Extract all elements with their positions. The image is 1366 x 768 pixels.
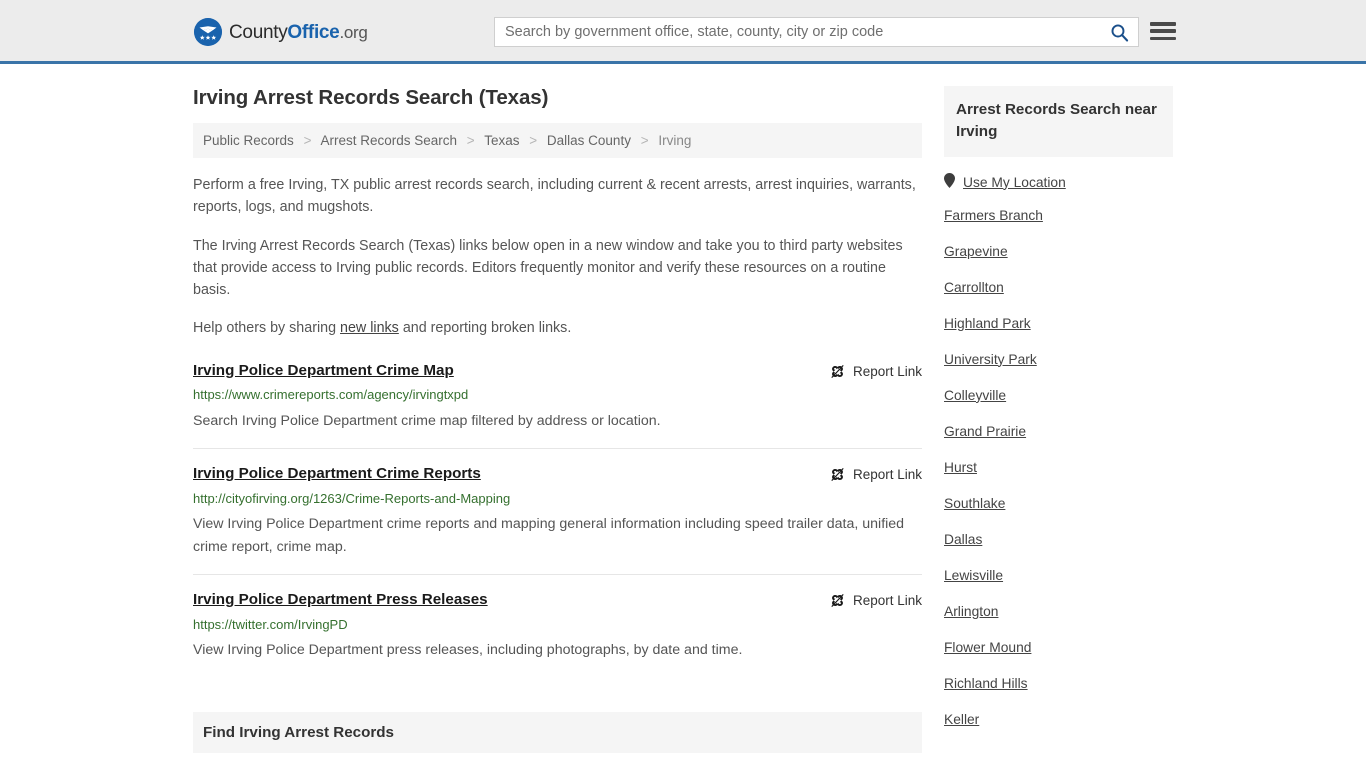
result-header: Irving Police Department Crime Map Repor	[193, 362, 922, 380]
result-title-link[interactable]: Irving Police Department Press Releases	[193, 591, 488, 609]
sidebar-item-use-my-location[interactable]: Use My Location	[944, 157, 1173, 197]
city-link[interactable]: Richland Hills	[944, 676, 1028, 691]
intro-paragraph-3: Help others by sharing new links and rep…	[193, 317, 922, 339]
map-pin-icon	[944, 173, 955, 191]
sidebar-item-city[interactable]: Richland Hills	[944, 665, 1173, 701]
report-link-label: Report Link	[852, 593, 922, 609]
hamburger-bar-2	[1150, 29, 1176, 33]
breadcrumb-item-dallas-county[interactable]: Dallas County	[547, 133, 631, 148]
result-header: Irving Police Department Press Releases	[193, 591, 922, 609]
hamburger-bar-3	[1150, 36, 1176, 40]
city-link[interactable]: Lewisville	[944, 568, 1003, 583]
result-url: https://www.crimereports.com/agency/irvi…	[193, 387, 469, 403]
page-body: Irving Arrest Records Search (Texas) Pub…	[0, 64, 1366, 768]
breadcrumb-item-texas[interactable]: Texas	[484, 133, 519, 148]
breadcrumb-separator: >	[466, 133, 475, 148]
result-title-link[interactable]: Irving Police Department Crime Reports	[193, 465, 481, 483]
eagle-shield-icon	[194, 18, 222, 46]
breadcrumb-item-public-records[interactable]: Public Records	[203, 133, 294, 148]
find-records-heading: Find Irving Arrest Records	[193, 711, 922, 753]
city-link[interactable]: Dallas	[944, 532, 982, 547]
city-link[interactable]: Flower Mound	[944, 640, 1031, 655]
report-link-button[interactable]: Report Link	[829, 362, 922, 380]
logo-text-part1: County	[229, 21, 288, 43]
sidebar-item-city[interactable]: University Park	[944, 341, 1173, 377]
sidebar-item-city[interactable]: Lewisville	[944, 557, 1173, 593]
breadcrumb-separator: >	[303, 133, 312, 148]
sidebar-item-city[interactable]: Farmers Branch	[944, 197, 1173, 233]
logo-text-part2: Office	[287, 21, 340, 43]
use-my-location-label: Use My Location	[963, 174, 1066, 190]
sidebar-item-city[interactable]: Dallas	[944, 521, 1173, 557]
breadcrumb-item-irving: Irving	[658, 133, 692, 148]
search-button[interactable]	[1100, 18, 1138, 46]
sidebar-item-city[interactable]: Grand Prairie	[944, 413, 1173, 449]
sidebar-city-list: Use My Location Farmers Branch Grapevine…	[944, 157, 1173, 737]
sidebar-heading: Arrest Records Search near Irving	[944, 86, 1173, 158]
city-link[interactable]: Keller	[944, 712, 979, 727]
city-link[interactable]: Hurst	[944, 460, 977, 475]
use-my-location-link[interactable]: Use My Location	[944, 173, 1066, 191]
result-item: Irving Police Department Press Releases	[193, 575, 922, 678]
result-header: Irving Police Department Crime Reports R	[193, 465, 922, 483]
result-title-link[interactable]: Irving Police Department Crime Map	[193, 362, 454, 380]
sidebar-item-city[interactable]: Southlake	[944, 485, 1173, 521]
city-link[interactable]: Grapevine	[944, 244, 1008, 259]
new-links-link[interactable]: new links	[340, 320, 399, 336]
result-item: Irving Police Department Crime Map Repor	[193, 362, 922, 450]
city-link[interactable]: University Park	[944, 352, 1037, 367]
results-list: Irving Police Department Crime Map Repor	[193, 362, 922, 678]
breadcrumb-item-arrest-records-search[interactable]: Arrest Records Search	[320, 133, 457, 148]
hamburger-menu-icon[interactable]	[1150, 20, 1176, 42]
find-records-section: Find Irving Arrest Records Irving Arrest…	[193, 711, 922, 768]
result-description: Search Irving Police Department crime ma…	[193, 412, 661, 429]
breadcrumb-separator: >	[640, 133, 649, 148]
result-item: Irving Police Department Crime Reports R	[193, 449, 922, 576]
intro-p3-after: and reporting broken links.	[398, 320, 572, 337]
intro-p3-before: Help others by sharing	[193, 320, 341, 337]
intro-paragraph-1: Perform a free Irving, TX public arrest …	[193, 177, 916, 216]
sidebar: Arrest Records Search near Irving Use My…	[944, 86, 1173, 768]
logo-text-part3: .org	[339, 22, 368, 42]
sidebar-item-city[interactable]: Carrollton	[944, 269, 1173, 305]
report-link-label: Report Link	[852, 363, 922, 379]
sidebar-item-city[interactable]: Highland Park	[944, 305, 1173, 341]
site-logo[interactable]: CountyOffice.org	[194, 18, 368, 46]
site-header: CountyOffice.org	[0, 0, 1366, 64]
result-url: https://twitter.com/IrvingPD	[193, 616, 348, 632]
city-link[interactable]: Southlake	[944, 496, 1005, 511]
search-bar[interactable]	[494, 17, 1139, 47]
logo-text: CountyOffice.org	[229, 23, 368, 42]
hamburger-bar-1	[1150, 22, 1176, 26]
report-link-button[interactable]: Report Link	[829, 591, 922, 609]
main-content: Irving Arrest Records Search (Texas) Pub…	[193, 86, 922, 768]
city-link[interactable]: Colleyville	[944, 388, 1006, 403]
result-description: View Irving Police Department press rele…	[193, 642, 743, 659]
city-link[interactable]: Farmers Branch	[944, 208, 1043, 223]
page-title: Irving Arrest Records Search (Texas)	[193, 86, 549, 109]
sidebar-item-city[interactable]: Colleyville	[944, 377, 1173, 413]
broken-link-icon	[831, 594, 844, 608]
broken-link-icon	[831, 364, 844, 378]
sidebar-item-city[interactable]: Arlington	[944, 593, 1173, 629]
sidebar-item-city[interactable]: Flower Mound	[944, 629, 1173, 665]
sidebar-item-city[interactable]: Keller	[944, 701, 1173, 737]
result-url: http://cityofirving.org/1263/Crime-Repor…	[193, 490, 511, 506]
find-records-body: Irving Arrest Records contain an individ…	[193, 753, 922, 768]
report-link-button[interactable]: Report Link	[829, 465, 922, 483]
city-link[interactable]: Carrollton	[944, 280, 1004, 295]
report-link-label: Report Link	[852, 467, 922, 483]
broken-link-icon	[831, 468, 844, 482]
sidebar-item-city[interactable]: Grapevine	[944, 233, 1173, 269]
breadcrumb: Public Records > Arrest Records Search >…	[193, 123, 922, 158]
result-description: View Irving Police Department crime repo…	[193, 516, 905, 555]
search-input[interactable]	[495, 18, 1100, 46]
sidebar-item-city[interactable]: Hurst	[944, 449, 1173, 485]
city-link[interactable]: Highland Park	[944, 316, 1031, 331]
intro-paragraph-2: The Irving Arrest Records Search (Texas)…	[193, 237, 903, 299]
search-icon	[1111, 24, 1128, 42]
breadcrumb-separator: >	[529, 133, 538, 148]
city-link[interactable]: Grand Prairie	[944, 424, 1026, 439]
city-link[interactable]: Arlington	[944, 604, 998, 619]
